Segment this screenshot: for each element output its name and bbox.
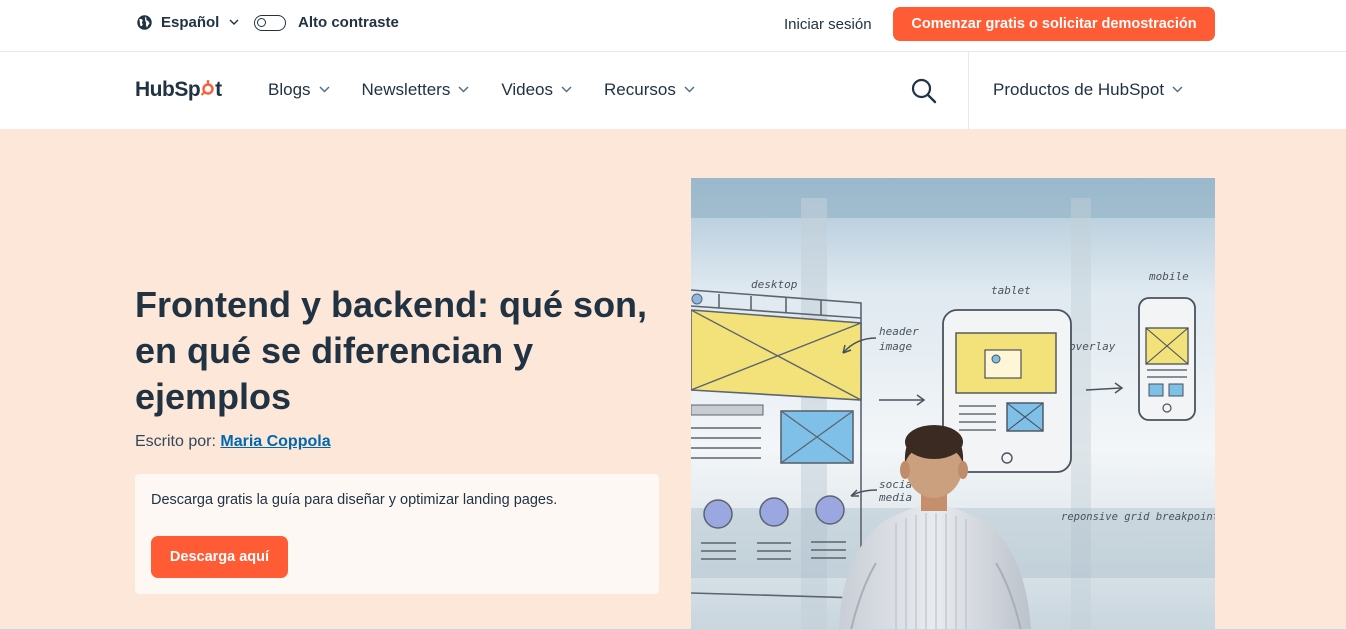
label-header: header: [879, 325, 919, 338]
chevron-down-icon: [319, 84, 330, 96]
author-line: Escrito por: Maria Coppola: [135, 433, 331, 451]
logo-sprocket: [200, 78, 215, 102]
language-label: Español: [161, 14, 220, 31]
main-nav: HubSp t Blogs Newsletters Videos Recursos…: [0, 52, 1346, 129]
label-desktop: desktop: [751, 278, 798, 291]
chevron-down-icon: [684, 84, 695, 96]
chevron-down-icon: [229, 17, 239, 28]
nav-item-label: Videos: [501, 80, 554, 99]
nav-item-blogs[interactable]: Blogs: [268, 80, 330, 100]
hero-illustration: desktop header image tablet overlay mobi…: [691, 178, 1215, 630]
products-menu[interactable]: Productos de HubSpot: [993, 80, 1183, 100]
nav-item-videos[interactable]: Videos: [501, 80, 572, 100]
page-title: Frontend y backend: qué son, en qué se d…: [135, 284, 648, 417]
toggle-switch[interactable]: [254, 14, 286, 31]
label-image: image: [879, 340, 912, 353]
chevron-down-icon: [561, 84, 572, 96]
get-started-button[interactable]: Comenzar gratis o solicitar demostración: [893, 7, 1215, 41]
search-icon: [911, 78, 937, 104]
label-mobile: mobile: [1148, 270, 1189, 283]
author-link[interactable]: Maria Coppola: [220, 433, 330, 450]
chevron-down-icon: [1172, 84, 1183, 96]
utility-bar: Español Alto contraste Iniciar sesión Co…: [0, 0, 1346, 52]
logo-text: HubSp: [135, 78, 201, 101]
language-selector[interactable]: Español: [136, 14, 239, 31]
label-grid: reponsive grid breakpoints?: [1061, 511, 1215, 523]
label-media: media: [878, 491, 912, 504]
chevron-down-icon: [458, 84, 469, 96]
nav-item-label: Recursos: [604, 80, 676, 99]
offer-card: Descarga gratis la guía para diseñar y o…: [135, 474, 659, 594]
login-link[interactable]: Iniciar sesión: [784, 16, 872, 33]
nav-item-label: Blogs: [268, 80, 311, 99]
search-button[interactable]: [910, 77, 938, 105]
globe-icon: [137, 15, 152, 30]
toggle-knob: [257, 17, 266, 27]
high-contrast-toggle[interactable]: Alto contraste: [254, 14, 399, 31]
nav-item-recursos[interactable]: Recursos: [604, 80, 695, 100]
logo-text-end: t: [215, 78, 222, 101]
nav-divider: [968, 52, 969, 129]
hubspot-logo[interactable]: HubSp t: [135, 78, 222, 102]
author-prefix: Escrito por:: [135, 433, 221, 450]
nav-item-newsletters[interactable]: Newsletters: [362, 80, 470, 100]
download-button[interactable]: Descarga aquí: [151, 536, 288, 578]
offer-text: Descarga gratis la guía para diseñar y o…: [151, 492, 558, 508]
label-overlay: overlay: [1069, 340, 1116, 353]
label-tablet: tablet: [991, 284, 1031, 297]
contrast-label: Alto contraste: [298, 14, 399, 31]
nav-item-label: Newsletters: [361, 80, 451, 99]
responsive-design-illustration: desktop header image tablet overlay mobi…: [691, 178, 1215, 630]
hero-section: Frontend y backend: qué son, en qué se d…: [0, 129, 1346, 630]
products-label: Productos de HubSpot: [993, 80, 1165, 99]
nav-items: Blogs Newsletters Videos Recursos: [268, 80, 727, 100]
